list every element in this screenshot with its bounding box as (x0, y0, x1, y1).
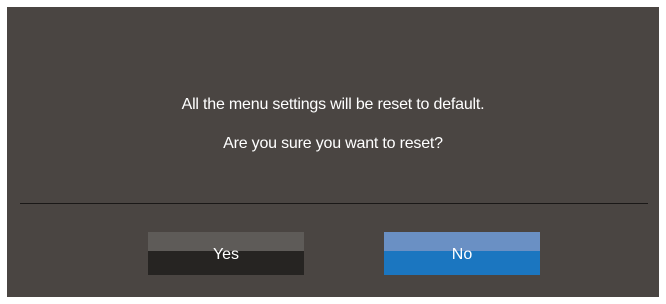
no-button-label: No (451, 246, 473, 263)
yes-button[interactable]: Yes (148, 232, 304, 275)
yes-button-label: Yes (212, 246, 240, 263)
reset-confirmation-dialog: All the menu settings will be reset to d… (7, 7, 659, 297)
dialog-divider (20, 203, 648, 204)
reset-warning-message: All the menu settings will be reset to d… (181, 96, 485, 113)
reset-confirm-question: Are you sure you want to reset? (223, 135, 443, 152)
no-button[interactable]: No (384, 232, 540, 275)
